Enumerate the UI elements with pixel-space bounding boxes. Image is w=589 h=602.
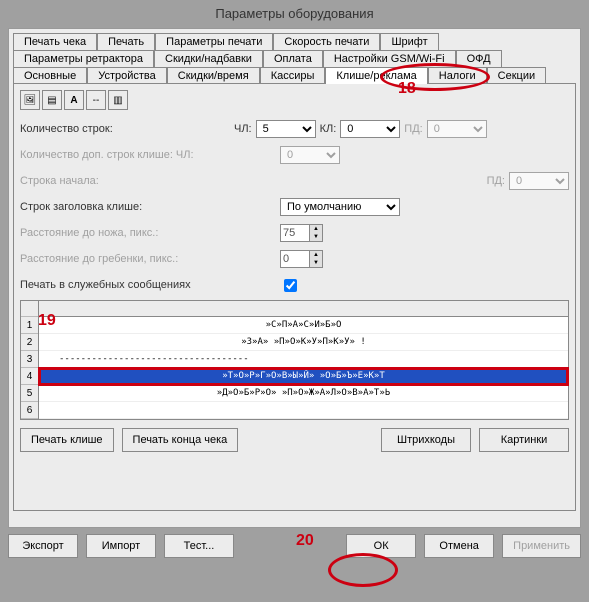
annotation-18: 18 (398, 80, 416, 98)
tab-payment[interactable]: Оплата (263, 50, 323, 67)
doc-icon[interactable]: ▤ (42, 90, 62, 110)
label-chl: ЧЛ: (234, 123, 252, 135)
annotation-19: 19 (38, 312, 56, 330)
grid-row-2[interactable]: »З»А» »П»О»К»У»П»К»У» ! (39, 334, 568, 351)
dialog-buttons: Экспорт Импорт Тест... ОК Отмена Примени… (8, 534, 581, 558)
tab-disc-time[interactable]: Скидки/время (167, 67, 260, 84)
btn-apply: Применить (502, 534, 581, 558)
label-extra: Количество доп. строк клише: ЧЛ: (20, 149, 280, 161)
annotation-circle-20 (328, 553, 398, 587)
spin-comb: ▲▼ (309, 250, 323, 268)
format-toolbar: 🖼 ▤ A -- ▥ (20, 90, 569, 110)
main-panel: Печать чека Печать Параметры печати Скор… (8, 28, 581, 528)
btn-barcodes[interactable]: Штрихкоды (381, 428, 471, 452)
label-lines: Количество строк: (20, 123, 230, 135)
cliche-grid[interactable]: 123456 »С»П»А»С»И»Б»О »З»А» »П»О»К»У»П»К… (20, 300, 569, 420)
tab-print[interactable]: Печать (97, 33, 155, 50)
btn-print-cliche[interactable]: Печать клише (20, 428, 114, 452)
annotation-circle-18 (380, 63, 490, 91)
select-kl[interactable]: 0 (340, 120, 400, 138)
grid-row-3[interactable]: ----------------------------------- (39, 351, 568, 368)
btn-test[interactable]: Тест... (164, 534, 234, 558)
grid-row-5[interactable]: »Д»О»Б»Р»О» »П»О»Ж»А»Л»О»В»А»Т»Ь (39, 385, 568, 402)
tab-print-speed[interactable]: Скорость печати (273, 33, 380, 50)
label-kl: КЛ: (320, 123, 337, 135)
grid-row-4-selected[interactable]: »Т»О»Р»Г»О»В»Ы»Й» »О»Б»Ъ»Е»К»Т (39, 368, 568, 385)
label-header: Строк заголовка клише: (20, 201, 280, 213)
bold-icon[interactable]: A (64, 90, 84, 110)
dash-icon[interactable]: -- (86, 90, 106, 110)
grid-buttons: Печать клише Печать конца чека Штрихкоды… (20, 428, 569, 452)
tab-main[interactable]: Основные (13, 67, 87, 84)
select-extra: 0 (280, 146, 340, 164)
tab-row-3: Основные Устройства Скидки/время Кассиры… (13, 67, 576, 84)
tab-sections[interactable]: Секции (487, 67, 546, 84)
label-pd: ПД: (404, 123, 422, 135)
label-start-pd: ПД: (487, 175, 505, 187)
tab-print-params[interactable]: Параметры печати (155, 33, 273, 50)
image-icon[interactable]: 🖼 (20, 90, 40, 110)
btn-import[interactable]: Импорт (86, 534, 156, 558)
input-comb (280, 250, 310, 268)
tab-devices[interactable]: Устройства (87, 67, 167, 84)
input-knife (280, 224, 310, 242)
tab-row-1: Печать чека Печать Параметры печати Скор… (13, 33, 576, 50)
tab-font[interactable]: Шрифт (380, 33, 438, 50)
select-header[interactable]: По умолчанию (280, 198, 400, 216)
barcode-icon[interactable]: ▥ (108, 90, 128, 110)
btn-print-end[interactable]: Печать конца чека (122, 428, 239, 452)
btn-export[interactable]: Экспорт (8, 534, 78, 558)
checkbox-service[interactable] (284, 279, 297, 292)
window-title: Параметры оборудования (0, 0, 589, 28)
btn-pictures[interactable]: Картинки (479, 428, 569, 452)
select-start-pd: 0 (509, 172, 569, 190)
tab-content: 18 🖼 ▤ A -- ▥ Количество строк: ЧЛ: 5 КЛ… (13, 83, 576, 511)
label-start: Строка начала: (20, 175, 230, 187)
tab-cashiers[interactable]: Кассиры (260, 67, 326, 84)
label-service: Печать в служебных сообщениях (20, 279, 280, 291)
btn-cancel[interactable]: Отмена (424, 534, 494, 558)
tab-discounts[interactable]: Скидки/надбавки (154, 50, 263, 67)
annotation-20: 20 (296, 532, 314, 550)
tab-row-2: Параметры ретрактора Скидки/надбавки Опл… (13, 50, 576, 67)
spin-knife: ▲▼ (309, 224, 323, 242)
label-comb: Расстояние до гребенки, пикс.: (20, 253, 280, 265)
label-knife: Расстояние до ножа, пикс.: (20, 227, 280, 239)
tab-retractor[interactable]: Параметры ретрактора (13, 50, 154, 67)
grid-row-6[interactable] (39, 402, 568, 419)
grid-row-1[interactable]: »С»П»А»С»И»Б»О (39, 317, 568, 334)
select-pd: 0 (427, 120, 487, 138)
select-chl[interactable]: 5 (256, 120, 316, 138)
grid-row-numbers: 123456 (21, 301, 39, 419)
tab-receipt-print[interactable]: Печать чека (13, 33, 97, 50)
